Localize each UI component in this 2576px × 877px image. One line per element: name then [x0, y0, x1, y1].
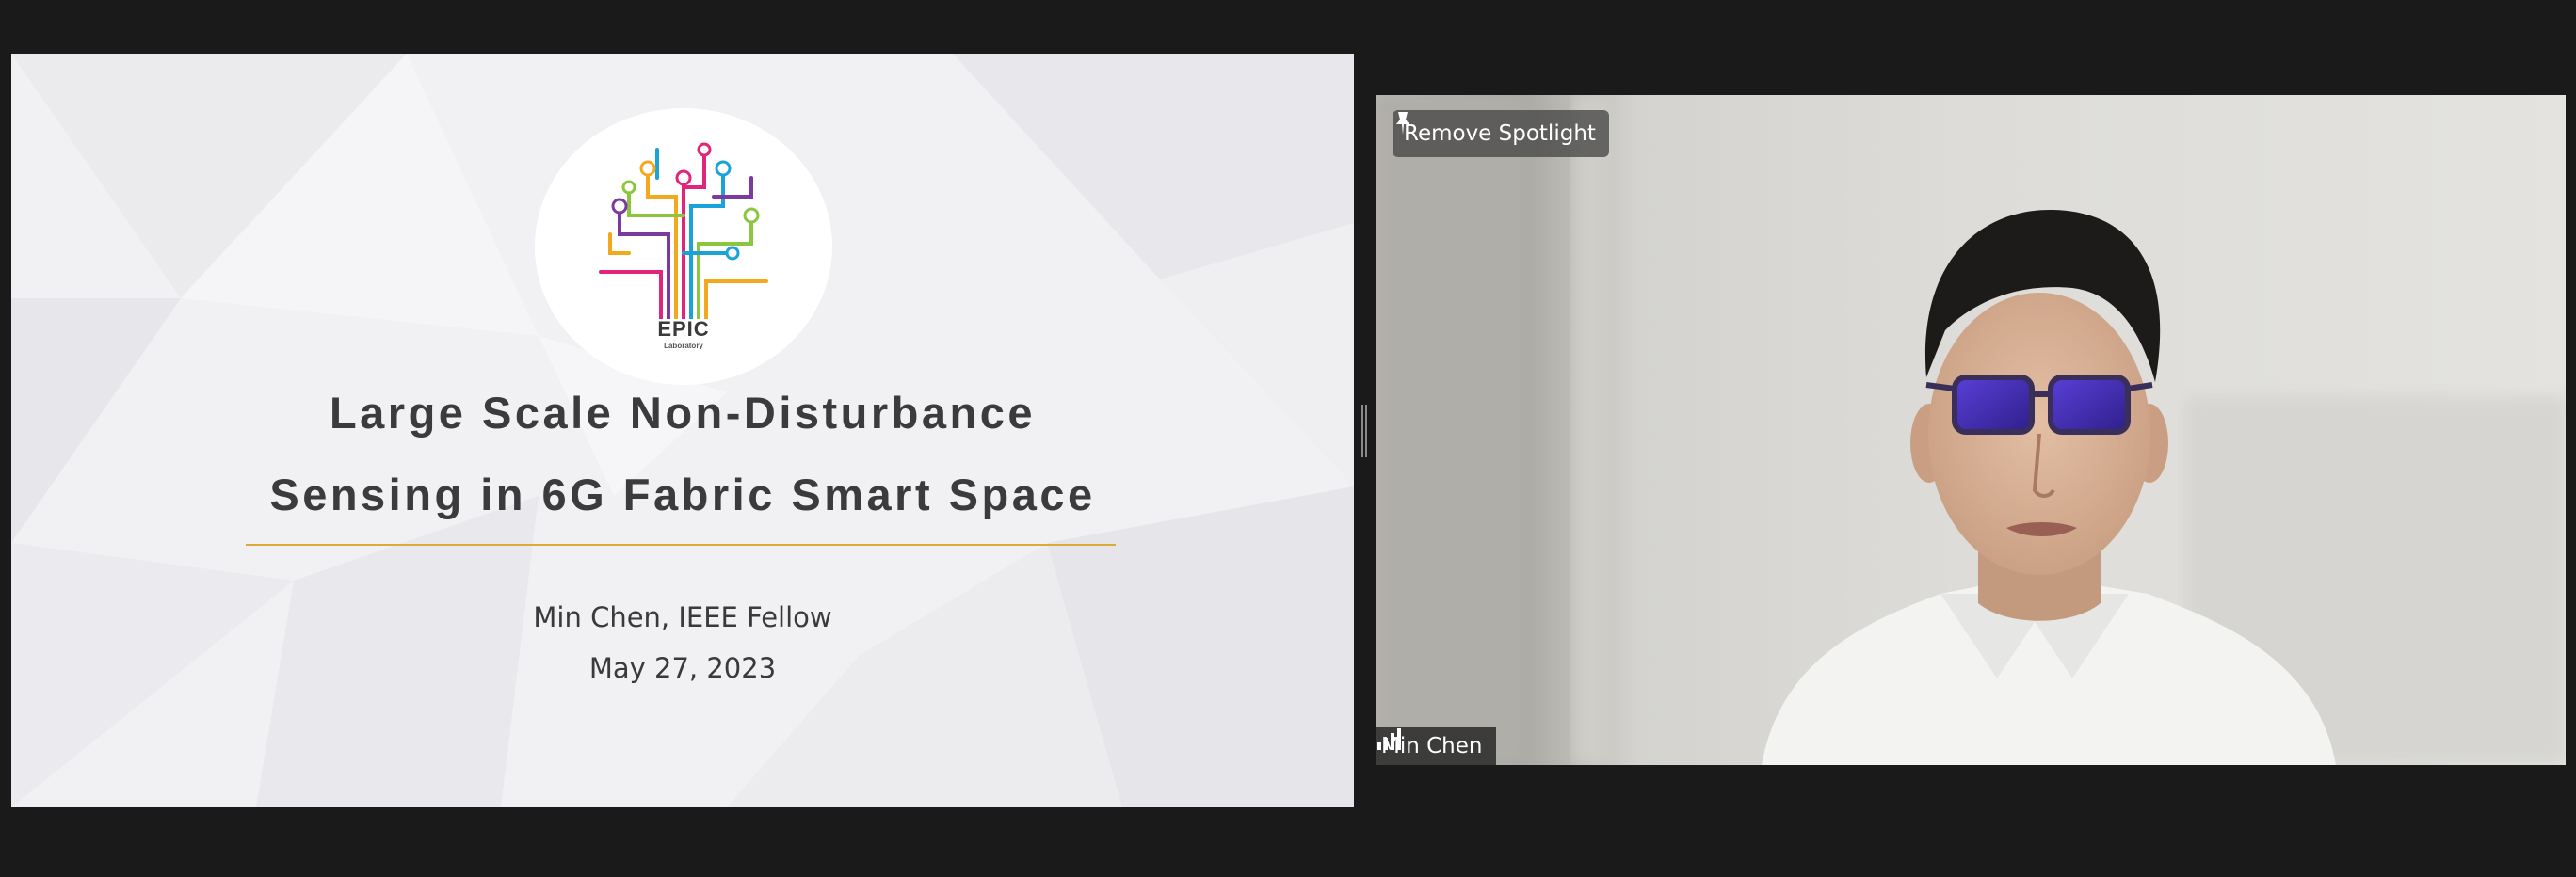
speaker-video-feed — [1376, 95, 2566, 765]
slide-date: May 27, 2023 — [588, 652, 777, 684]
logo-subtitle: Laboratory — [664, 342, 703, 350]
epic-lab-logo: EPIC Laboratory — [535, 108, 832, 385]
shared-slide: EPIC Laboratory Large Scale Non-Disturba… — [11, 54, 1354, 807]
pin-icon — [1396, 112, 1409, 135]
tree-logo-icon — [599, 142, 768, 319]
slide-title-line-1: Large Scale Non-Disturbance — [329, 388, 1037, 438]
signal-bars-icon — [1377, 728, 1401, 750]
logo-title: EPIC — [657, 317, 710, 341]
title-divider — [246, 544, 1116, 546]
slide-title-line-2: Sensing in 6G Fabric Smart Space — [269, 470, 1096, 519]
remove-spotlight-label: Remove Spotlight — [1404, 121, 1596, 146]
remove-spotlight-button[interactable]: Remove Spotlight — [1393, 110, 1609, 157]
layout-splitter-handle[interactable] — [1360, 405, 1369, 457]
speaker-video-tile[interactable]: Remove Spotlight Min Chen — [1376, 95, 2566, 765]
slide-author: Min Chen, IEEE Fellow — [533, 601, 832, 633]
participant-name-tag: Min Chen — [1376, 727, 1496, 765]
